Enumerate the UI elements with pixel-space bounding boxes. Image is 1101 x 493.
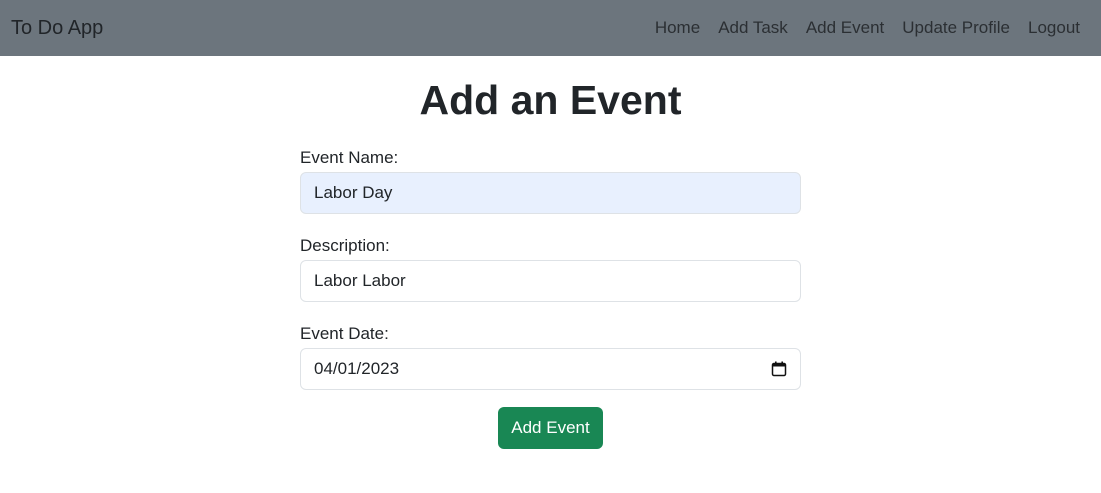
nav-logout[interactable]: Logout <box>1019 0 1080 56</box>
description-value: Labor Labor <box>314 271 406 290</box>
event-date-value: 04/01/2023 <box>314 359 400 378</box>
main-content: Add an Event Event Name: Labor Day Descr… <box>300 76 801 449</box>
event-name-input[interactable]: Labor Day <box>300 172 801 214</box>
event-date-label: Event Date: <box>300 324 389 343</box>
event-name-label: Event Name: <box>300 148 399 167</box>
nav-home[interactable]: Home <box>646 0 709 56</box>
add-event-button[interactable]: Add Event <box>498 407 603 449</box>
description-input[interactable]: Labor Labor <box>300 260 801 302</box>
event-name-value: Labor Day <box>314 183 393 202</box>
navbar: To Do App Home Add Task Add Event Update… <box>0 0 1101 56</box>
calendar-icon[interactable] <box>771 361 787 377</box>
brand-link[interactable]: To Do App <box>11 17 103 40</box>
submit-wrapper: Add Event <box>300 407 801 449</box>
page-title: Add an Event <box>419 77 682 123</box>
event-date-group: Event Date: 04/01/2023 <box>300 324 801 390</box>
nav-add-task[interactable]: Add Task <box>709 0 797 56</box>
description-group: Description: Labor Labor <box>300 236 801 302</box>
event-name-group: Event Name: Labor Day <box>300 148 801 214</box>
nav-update-profile[interactable]: Update Profile <box>893 0 1019 56</box>
nav-links: Home Add Task Add Event Update Profile L… <box>646 0 1080 56</box>
description-label: Description: <box>300 236 390 255</box>
nav-add-event[interactable]: Add Event <box>797 0 893 56</box>
event-date-input[interactable]: 04/01/2023 <box>300 348 801 390</box>
